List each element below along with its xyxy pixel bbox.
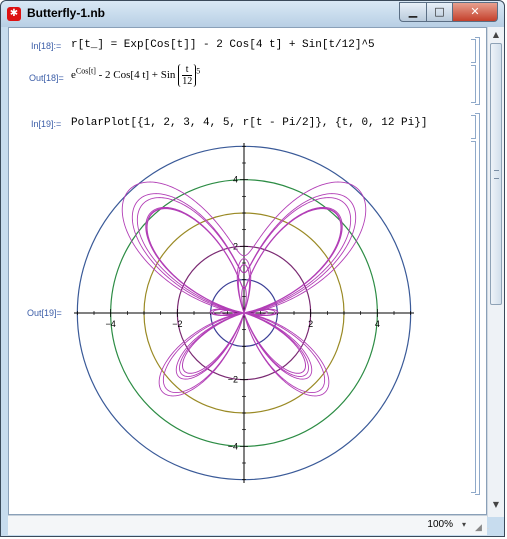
x-tick-label: −2 (172, 319, 182, 329)
vertical-scrollbar[interactable]: ▲ ▼ (487, 27, 504, 517)
scroll-down-icon[interactable]: ▼ (490, 499, 502, 511)
minimize-button[interactable]: ▁ (399, 2, 427, 22)
scroll-thumb[interactable] (490, 43, 502, 305)
out-18-exponent: Cos[t] (75, 66, 96, 76)
y-tick-label: −4 (228, 441, 238, 451)
close-button[interactable]: ✕ (453, 2, 498, 22)
cell-bracket-out-19[interactable] (471, 141, 476, 493)
out-18-fraction: t 12 (178, 64, 197, 87)
out-18-frac-num: t (182, 64, 193, 76)
resize-grip-icon[interactable]: ◢ (475, 523, 485, 533)
notebook-content[interactable]: In[18]:= r[t_] = Exp[Cos[t]] - 2 Cos[4 t… (8, 27, 489, 535)
scroll-up-icon[interactable]: ▲ (490, 29, 502, 41)
out-18-frac-den: 12 (182, 76, 193, 87)
zoom-dropdown-icon[interactable]: ▾ (459, 520, 469, 530)
x-tick-label: 4 (375, 319, 380, 329)
title-bar[interactable]: ✱ Butterfly-1.nb ▁ □ ✕ (1, 1, 504, 27)
scroll-grip-icon (494, 170, 499, 179)
x-tick-label: −4 (106, 319, 116, 329)
in-19-label: In[19]:= (31, 119, 62, 129)
mathematica-icon: ✱ (7, 7, 21, 21)
out-18-expression[interactable]: eCos[t] - 2 Cos[4 t] + Sin t 12 5 (71, 64, 200, 87)
maximize-button[interactable]: □ (427, 2, 453, 22)
out-18-label: Out[18]= (29, 73, 64, 83)
out-18-text: - 2 Cos[4 t] + Sin (95, 69, 176, 82)
polar-plot[interactable]: −4 −2 2 4−4−224 (74, 143, 414, 483)
in-18-code[interactable]: r[t_] = Exp[Cos[t]] - 2 Cos[4 t] + Sin[t… (71, 39, 375, 51)
in-18-label: In[18]:= (31, 41, 62, 51)
y-tick-label: 4 (233, 175, 238, 185)
x-tick-label: 2 (308, 319, 313, 329)
window-title: Butterfly-1.nb (27, 6, 105, 20)
status-bar: 100% ▾ ◢ (8, 515, 487, 535)
window-controls: ▁ □ ✕ (399, 2, 498, 22)
out-19-label: Out[19]= (27, 308, 62, 318)
zoom-level[interactable]: 100% (415, 519, 453, 533)
out-18-power: 5 (196, 66, 201, 76)
in-19-code[interactable]: PolarPlot[{1, 2, 3, 4, 5, r[t - Pi/2]}, … (71, 117, 427, 129)
y-tick-label: −2 (228, 375, 238, 385)
cell-bracket-out-18[interactable] (471, 65, 476, 103)
